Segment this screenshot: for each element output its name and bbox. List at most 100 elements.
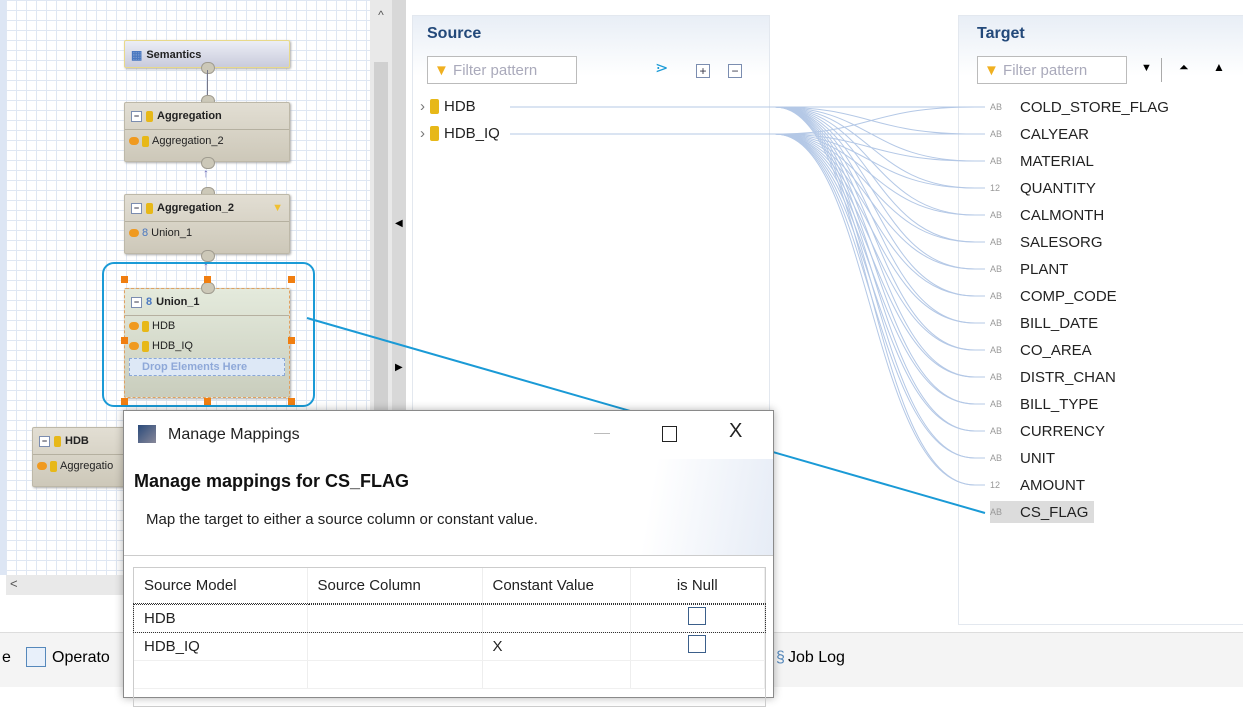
constant-value-cell[interactable]: X	[482, 632, 631, 661]
operator-icon	[26, 647, 46, 667]
move-top-icon[interactable]: ⏶	[1179, 60, 1189, 75]
constant-value-cell[interactable]	[482, 604, 631, 633]
collapse-icon[interactable]: −	[39, 435, 50, 447]
mapping-line	[774, 106, 985, 270]
column-header[interactable]: Constant Value	[482, 568, 631, 605]
target-item-name: SALESORG	[1020, 233, 1103, 251]
input-icon	[129, 137, 139, 145]
node-aggregation[interactable]: − Aggregation Aggregation_2	[124, 102, 290, 162]
target-item-name: COLD_STORE_FLAG	[1020, 98, 1169, 116]
mapping-line	[774, 106, 985, 189]
node-title: Semantics	[146, 48, 202, 61]
mapping-line	[774, 106, 985, 378]
target-item-name: COMP_CODE	[1020, 287, 1117, 305]
mapping-line	[774, 106, 985, 135]
is-null-checkbox[interactable]	[688, 607, 707, 625]
source-filter-input[interactable]: ▼ Filter pattern	[427, 56, 577, 84]
target-item[interactable]: AB CURRENCY	[990, 420, 1111, 442]
target-item[interactable]: AB CALYEAR	[990, 123, 1095, 145]
type-icon: AB	[990, 507, 1003, 517]
type-icon: AB	[990, 372, 1003, 382]
target-item-name: CS_FLAG	[1020, 503, 1089, 521]
mapping-line	[774, 133, 985, 459]
target-item-name: AMOUNT	[1020, 476, 1085, 494]
mapping-line	[774, 106, 985, 297]
type-icon: 12	[990, 183, 1001, 193]
source-model-cell[interactable]: HDB	[134, 604, 308, 633]
collapse-icon[interactable]: −	[131, 296, 142, 308]
filter-icon: ▼	[272, 202, 283, 214]
target-item[interactable]: AB CO_AREA	[990, 339, 1098, 361]
dialog-description: Map the target to either a source column…	[146, 511, 538, 528]
dialog-title: Manage Mappings	[168, 426, 300, 443]
target-item[interactable]: AB UNIT	[990, 447, 1061, 469]
maximize-button[interactable]	[662, 426, 677, 442]
node-input: Union_1	[151, 227, 193, 239]
target-item[interactable]: AB COMP_CODE	[990, 285, 1123, 307]
target-item[interactable]: AB BILL_TYPE	[990, 393, 1104, 415]
mapping-line	[774, 133, 985, 162]
source-model-cell[interactable]: HDB_IQ	[134, 632, 308, 661]
minimize-button[interactable]	[594, 433, 610, 434]
mapping-line	[774, 106, 985, 486]
collapse-icon[interactable]: −	[131, 202, 142, 214]
union-icon: 8	[142, 227, 149, 239]
target-item[interactable]: AB CS_FLAG	[990, 501, 1095, 523]
target-item[interactable]: AB COLD_STORE_FLAG	[990, 96, 1175, 118]
drop-zone[interactable]: Drop Elements Here	[129, 358, 285, 376]
type-icon: AB	[990, 291, 1003, 301]
node-title: Union_1	[156, 296, 200, 308]
mapping-line	[774, 106, 985, 162]
mapping-line	[774, 133, 985, 270]
auto-map-icon[interactable]: ⋗	[655, 58, 668, 78]
node-input: HDB	[152, 320, 176, 332]
target-item-name: CO_AREA	[1020, 341, 1092, 359]
is-null-checkbox[interactable]	[688, 635, 707, 653]
mapping-line	[774, 106, 985, 459]
target-item[interactable]: 12 QUANTITY	[990, 177, 1102, 199]
target-item[interactable]: AB MATERIAL	[990, 150, 1100, 172]
filter-icon: ▼	[434, 62, 449, 79]
target-item[interactable]: AB PLANT	[990, 258, 1074, 280]
source-column-cell[interactable]	[307, 632, 483, 661]
column-header[interactable]: Source Column	[307, 568, 483, 605]
table-row[interactable]: HDB_IQ X	[134, 632, 765, 661]
table-row[interactable]: HDB	[133, 603, 766, 633]
manage-mappings-dialog: Manage Mappings X Manage mappings for CS…	[123, 410, 774, 707]
target-filter-input[interactable]: ▼ Filter pattern	[977, 56, 1127, 84]
tab-job-log[interactable]: Job Log	[788, 649, 845, 667]
type-icon: AB	[990, 264, 1003, 274]
table-icon	[146, 110, 153, 122]
collapse-icon[interactable]: −	[131, 110, 142, 122]
target-item-name: BILL_TYPE	[1020, 395, 1099, 413]
node-aggregation-2[interactable]: − Aggregation_2 ▼ 8 Union_1	[124, 194, 290, 254]
column-header[interactable]: Source Model	[134, 568, 308, 605]
target-item[interactable]: AB BILL_DATE	[990, 312, 1104, 334]
mapping-line	[774, 133, 985, 378]
collapse-all-icon[interactable]: −	[728, 64, 742, 78]
target-item-name: PLANT	[1020, 260, 1069, 278]
mapping-line	[774, 133, 985, 216]
target-item[interactable]: AB DISTR_CHAN	[990, 366, 1122, 388]
dropdown-icon[interactable]: ▼	[1141, 62, 1152, 74]
source-item-hdb[interactable]: › HDB	[420, 98, 476, 115]
source-item-hdb-iq[interactable]: › HDB_IQ	[420, 125, 500, 142]
node-union-1[interactable]: −8 Union_1 HDB HDB_IQ Drop Elements Here	[124, 288, 290, 398]
node-title: Aggregation	[157, 110, 222, 122]
tab-fragment[interactable]: e	[2, 649, 11, 667]
expand-all-icon[interactable]: +	[696, 64, 710, 78]
type-icon: AB	[990, 102, 1003, 112]
close-button[interactable]: X	[729, 420, 742, 443]
source-column-cell[interactable]	[307, 604, 483, 633]
column-header[interactable]: is Null	[630, 568, 765, 605]
dialog-heading: Manage mappings for CS_FLAG	[134, 471, 410, 491]
mapping-line	[774, 133, 985, 324]
target-item[interactable]: AB CALMONTH	[990, 204, 1110, 226]
target-item[interactable]: AB SALESORG	[990, 231, 1109, 253]
node-title: HDB	[65, 435, 89, 447]
target-item[interactable]: 12 AMOUNT	[990, 474, 1091, 496]
tab-operator[interactable]: Operato	[52, 649, 110, 667]
move-up-icon[interactable]: ▲	[1213, 60, 1225, 74]
target-item-name: CALMONTH	[1020, 206, 1105, 224]
mapping-line	[774, 133, 985, 297]
